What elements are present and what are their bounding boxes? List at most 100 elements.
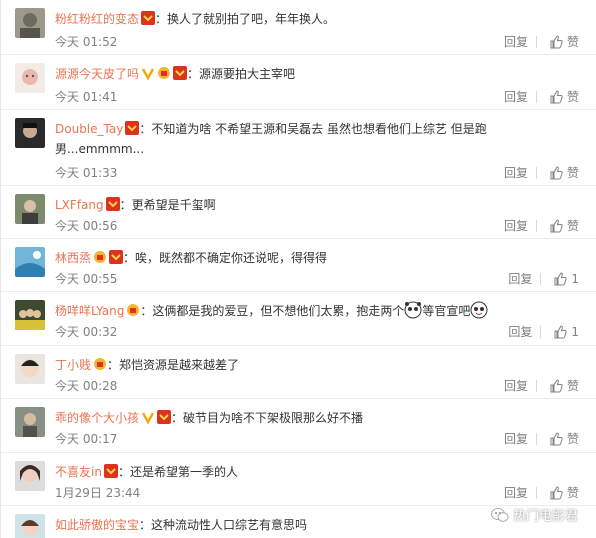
comment-body: 乖的像个大小孩 ：破节目为啥不下架极限那么好不播 xyxy=(55,408,495,428)
comment-time: 今天 00:17 xyxy=(55,432,118,446)
comment-item: 粉红粉红的变态 ：换人了就别拍了吧，年年换人。 今天 01:52 回复 赞 xyxy=(1,0,596,55)
comment-actions: 回复 赞 xyxy=(504,88,579,105)
like-button[interactable]: 赞 xyxy=(549,217,579,234)
avatar-image xyxy=(15,514,45,538)
comment-actions: 回复 赞 xyxy=(504,484,579,501)
username-link[interactable]: 乖的像个大小孩 xyxy=(55,411,139,425)
comment-time: 今天 00:55 xyxy=(55,272,118,286)
fan-badge-icon xyxy=(157,66,171,80)
username-link[interactable]: 林西烝 xyxy=(55,251,91,265)
thumbs-up-icon xyxy=(550,431,563,445)
username-link[interactable]: 源源今天皮了吗 xyxy=(55,67,139,81)
comment-body: 源源今天皮了吗 ：源源要拍大主宰吧 xyxy=(55,64,495,84)
reply-button[interactable]: 回复 xyxy=(504,164,528,181)
reply-button[interactable]: 回复 xyxy=(504,33,528,50)
thumbs-up-icon xyxy=(550,165,563,179)
avatar[interactable] xyxy=(15,407,45,437)
avatar-image xyxy=(15,461,45,491)
avatar-image xyxy=(15,194,45,224)
like-label: 赞 xyxy=(566,219,579,233)
fan-badge-icon xyxy=(93,357,107,371)
vip-badge-icon xyxy=(157,410,172,424)
like-button[interactable]: 赞 xyxy=(549,33,579,50)
like-button[interactable]: 赞 xyxy=(549,88,579,105)
comment-actions: 回复 赞 xyxy=(504,217,579,234)
username-link[interactable]: Double_Tay xyxy=(55,122,123,136)
comment-text: ：郑恺资源是越来越差了 xyxy=(107,358,240,372)
like-label: 赞 xyxy=(566,35,579,49)
avatar[interactable] xyxy=(15,194,45,224)
comment-item: 丁小贱 ：郑恺资源是越来越差了 今天 00:28 回复 赞 xyxy=(1,346,596,399)
comment-body: LXFfang ：更希望是千玺啊 xyxy=(55,195,495,215)
like-label: 赞 xyxy=(566,486,579,500)
like-button[interactable]: 1 xyxy=(553,272,579,286)
reply-button[interactable]: 回复 xyxy=(504,484,528,501)
thumbs-up-icon xyxy=(550,485,563,499)
username-link[interactable]: 粉红粉红的变态 xyxy=(55,12,139,26)
username-link[interactable]: 杨咩咩LYang xyxy=(55,304,124,318)
username-link[interactable]: 如此骄傲的宝宝 xyxy=(55,518,139,532)
like-button[interactable]: 1 xyxy=(553,325,579,339)
thumbs-up-icon xyxy=(550,218,563,232)
avatar[interactable] xyxy=(15,118,45,148)
avatar-image xyxy=(15,118,45,148)
avatar[interactable] xyxy=(15,300,45,330)
panda-emoji-icon xyxy=(404,301,422,319)
like-label: 赞 xyxy=(566,90,579,104)
username-link[interactable]: 不喜友in xyxy=(55,465,102,479)
comment-item: Double_Tay ：不知道为啥 不希望王源和吴磊去 虽然也想看他们上综艺 但是… xyxy=(1,110,596,186)
verified-v-icon xyxy=(141,66,155,80)
comment-item: 源源今天皮了吗 ：源源要拍大主宰吧 今天 01:41 回复 赞 xyxy=(1,55,596,110)
thumbs-up-icon xyxy=(554,324,567,338)
avatar[interactable] xyxy=(15,8,45,38)
like-count: 1 xyxy=(571,271,579,286)
divider xyxy=(535,35,537,48)
like-label: 赞 xyxy=(566,166,579,180)
divider xyxy=(535,90,537,103)
comment-item: 乖的像个大小孩 ：破节目为啥不下架极限那么好不播 今天 00:17 回复 赞 xyxy=(1,399,596,453)
fan-badge-icon xyxy=(126,303,140,317)
avatar[interactable] xyxy=(15,63,45,93)
like-button[interactable]: 赞 xyxy=(549,377,579,394)
reply-button[interactable]: 回复 xyxy=(508,323,532,340)
divider xyxy=(535,486,537,499)
reply-button[interactable]: 回复 xyxy=(504,88,528,105)
comment-time: 今天 00:28 xyxy=(55,379,118,393)
like-label: 赞 xyxy=(566,379,579,393)
comment-actions: 回复 1 xyxy=(508,323,579,340)
like-button[interactable]: 赞 xyxy=(549,164,579,181)
thumbs-up-icon xyxy=(550,378,563,392)
comment-time: 今天 01:52 xyxy=(55,35,118,49)
reply-button[interactable]: 回复 xyxy=(508,270,532,287)
comment-item: 林西烝 ：唉，既然都不确定你还说呢，得得得 今天 00:55 回复 1 xyxy=(1,239,596,292)
comment-body: 如此骄傲的宝宝：这种流动性人口综艺有意思吗 xyxy=(55,515,495,535)
like-button[interactable]: 赞 xyxy=(549,430,579,447)
comment-text: ：源源要拍大主宰吧 xyxy=(187,67,296,81)
username-link[interactable]: LXFfang xyxy=(55,198,104,212)
comment-text: ：唉，既然都不确定你还说呢，得得得 xyxy=(123,251,328,265)
like-button[interactable]: 赞 xyxy=(549,484,579,501)
comment-actions: 回复 赞 xyxy=(504,430,579,447)
avatar-image xyxy=(15,300,45,330)
avatar[interactable] xyxy=(15,247,45,277)
comment-text-continued: 等官宣吧 xyxy=(422,304,471,318)
comment-body: 粉红粉红的变态 ：换人了就别拍了吧，年年换人。 xyxy=(55,9,495,29)
avatar[interactable] xyxy=(15,461,45,491)
like-count: 1 xyxy=(571,324,579,339)
comment-actions: 回复 1 xyxy=(508,270,579,287)
fan-badge-icon xyxy=(93,250,107,264)
username-link[interactable]: 丁小贱 xyxy=(55,358,91,372)
comment-text: ：这种流动性人口综艺有意思吗 xyxy=(139,518,308,532)
reply-button[interactable]: 回复 xyxy=(504,217,528,234)
comment-text: ：破节目为啥不下架极限那么好不播 xyxy=(171,411,364,425)
comment-text: ：还是希望第一季的人 xyxy=(117,465,238,479)
avatar[interactable] xyxy=(15,514,45,538)
wechat-icon xyxy=(491,507,509,522)
comment-body: 丁小贱 ：郑恺资源是越来越差了 xyxy=(55,355,495,375)
thumbs-up-icon xyxy=(554,271,567,285)
divider xyxy=(540,272,542,285)
avatar[interactable] xyxy=(15,354,45,384)
divider xyxy=(535,379,537,392)
reply-button[interactable]: 回复 xyxy=(504,430,528,447)
reply-button[interactable]: 回复 xyxy=(504,377,528,394)
